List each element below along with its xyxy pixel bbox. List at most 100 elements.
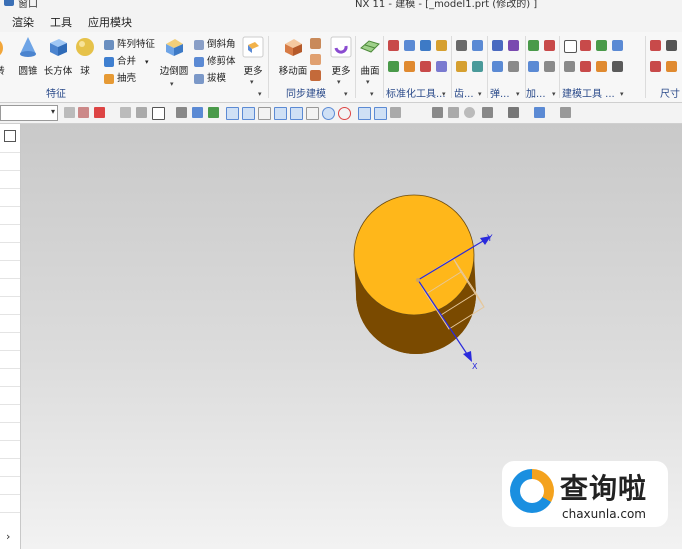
snap-tool-icon-12[interactable] (390, 107, 401, 118)
snap-tool-icon-4[interactable] (258, 107, 271, 120)
snap-tool-icon-2[interactable] (226, 107, 239, 120)
sphere-button[interactable]: 球 (70, 34, 100, 78)
machining-tool-icon-4[interactable] (544, 61, 555, 72)
sync-more-button[interactable]: 更多 (326, 34, 356, 78)
type-filter-select[interactable]: ▾ (0, 105, 58, 121)
selection-tool-icon-2[interactable] (78, 107, 89, 118)
dimension-tool-icon-2[interactable] (666, 40, 677, 51)
selection-tool-icon-5[interactable] (136, 107, 147, 118)
gear-tool-icon-4[interactable] (472, 61, 483, 72)
shell-button[interactable]: 抽壳 (104, 70, 136, 86)
replace-face-icon[interactable] (310, 38, 321, 49)
spring-tool-icon-3[interactable] (492, 61, 503, 72)
std-tool-icon-2[interactable] (404, 40, 415, 51)
triangle-icon[interactable] (564, 40, 577, 53)
view-tool-icon-4[interactable] (482, 107, 493, 118)
cylinder-top-face[interactable] (353, 194, 475, 316)
selection-tool-icon-8[interactable] (192, 107, 203, 118)
selection-tool-icon-4[interactable] (120, 107, 131, 118)
view-tool-icon-2[interactable] (448, 107, 459, 118)
menu-render[interactable]: 渲染 (12, 14, 34, 30)
modeling-tool-icon-5[interactable] (564, 61, 575, 72)
std-tool-icon-8[interactable] (436, 61, 447, 72)
spring-tool-icon-2[interactable] (508, 40, 519, 51)
maximize-icon[interactable] (4, 130, 16, 142)
snap-tool-icon-10[interactable] (358, 107, 371, 120)
selection-bar: ▾ (0, 103, 682, 124)
feature-more-button[interactable]: 更多 (238, 34, 268, 78)
unite-button[interactable]: 合并 ▾ (104, 53, 149, 69)
modeling-tool-icon-3[interactable] (596, 40, 607, 51)
std-tool-icon-6[interactable] (404, 61, 415, 72)
view-tool-icon-3[interactable] (464, 107, 475, 118)
gear-tool-icon-1[interactable] (456, 40, 467, 51)
pattern-feature-button[interactable]: 阵列特征 (104, 36, 155, 52)
sync-group-menu-icon[interactable]: ▾ (344, 90, 348, 98)
selection-tool-icon-3[interactable] (94, 107, 105, 118)
machining-tool-icon-1[interactable] (528, 40, 539, 51)
modeling-tool-icon-4[interactable] (612, 40, 623, 51)
machining-tool-icon-2[interactable] (544, 40, 555, 51)
view-tool-icon-1[interactable] (432, 107, 443, 118)
dimension-tool-icon-3[interactable] (650, 61, 661, 72)
menu-application[interactable]: 应用模块 (88, 14, 132, 30)
navigator-row-divider (0, 152, 20, 153)
gear-group-menu-icon[interactable]: ▾ (478, 90, 482, 98)
ribbon: 转 圆锥 长方体 球 阵列特征 合并 ▾ 抽壳 边倒圆 ▾ 倒 (0, 32, 682, 103)
feature-group-menu-icon[interactable]: ▾ (258, 90, 262, 98)
nx-app-icon[interactable] (4, 0, 14, 6)
delete-face-icon[interactable] (310, 54, 321, 65)
standard-tools-menu-icon[interactable]: ▾ (442, 90, 446, 98)
snap-tool-icon-3[interactable] (242, 107, 255, 120)
view-tool-icon-7[interactable] (560, 107, 571, 118)
group-spring: 弹... ▾ (488, 32, 524, 102)
snap-tool-icon-11[interactable] (374, 107, 387, 120)
view-tool-icon-5[interactable] (508, 107, 519, 118)
sync-more-dropdown-icon[interactable]: ▾ (337, 78, 341, 86)
modeling-tool-icon-8[interactable] (612, 61, 623, 72)
draft-button[interactable]: 拔模 (194, 70, 226, 86)
modeling-tool-icon-2[interactable] (580, 40, 591, 51)
menu-tools[interactable]: 工具 (50, 14, 72, 30)
snap-tool-icon-7[interactable] (306, 107, 319, 120)
chamfer-button[interactable]: 倒斜角 (194, 36, 236, 52)
snap-tool-icon-1[interactable] (208, 107, 219, 118)
std-tool-icon-5[interactable] (388, 61, 399, 72)
surface-dropdown-icon[interactable]: ▾ (366, 78, 370, 86)
view-tool-icon-6[interactable] (534, 107, 545, 118)
std-tool-icon-1[interactable] (388, 40, 399, 51)
std-tool-icon-3[interactable] (420, 40, 431, 51)
gear-group-label: 齿... (454, 89, 474, 100)
snap-tool-icon-8[interactable] (322, 107, 335, 120)
move-face-button[interactable]: 移动面 (274, 34, 312, 78)
selection-tool-icon-7[interactable] (176, 107, 187, 118)
offset-region-icon[interactable] (310, 70, 321, 81)
machining-group-menu-icon[interactable]: ▾ (552, 90, 556, 98)
spring-tool-icon-1[interactable] (492, 40, 503, 51)
std-tool-icon-4[interactable] (436, 40, 447, 51)
std-tool-icon-7[interactable] (420, 61, 431, 72)
selection-tool-icon-1[interactable] (64, 107, 75, 118)
snap-tool-icon-9[interactable] (338, 107, 351, 120)
gear-tool-icon-3[interactable] (456, 61, 467, 72)
spring-group-menu-icon[interactable]: ▾ (516, 90, 520, 98)
modeling-tool-icon-6[interactable] (580, 61, 591, 72)
surface-group-menu-icon[interactable]: ▾ (370, 90, 374, 98)
feature-more-dropdown-icon[interactable]: ▾ (250, 78, 254, 86)
surface-button[interactable]: 曲面 (356, 34, 384, 78)
spring-tool-icon-4[interactable] (508, 61, 519, 72)
dimension-tool-icon-4[interactable] (666, 61, 677, 72)
modeling-tool-icon-7[interactable] (596, 61, 607, 72)
snap-tool-icon-5[interactable] (274, 107, 287, 120)
edge-blend-dropdown-icon[interactable]: ▾ (170, 80, 174, 88)
modeling-tools-menu-icon[interactable]: ▾ (620, 90, 624, 98)
snap-tool-icon-6[interactable] (290, 107, 303, 120)
rectangle-select-icon[interactable] (152, 107, 165, 120)
unite-dropdown-icon[interactable]: ▾ (145, 58, 149, 66)
gear-tool-icon-2[interactable] (472, 40, 483, 51)
machining-tool-icon-3[interactable] (528, 61, 539, 72)
trim-body-button[interactable]: 修剪体 (194, 53, 236, 69)
navigator-expand-icon[interactable]: › (6, 530, 10, 543)
dimension-tool-icon-1[interactable] (650, 40, 661, 51)
edge-blend-button[interactable]: 边倒圆 (156, 34, 192, 78)
